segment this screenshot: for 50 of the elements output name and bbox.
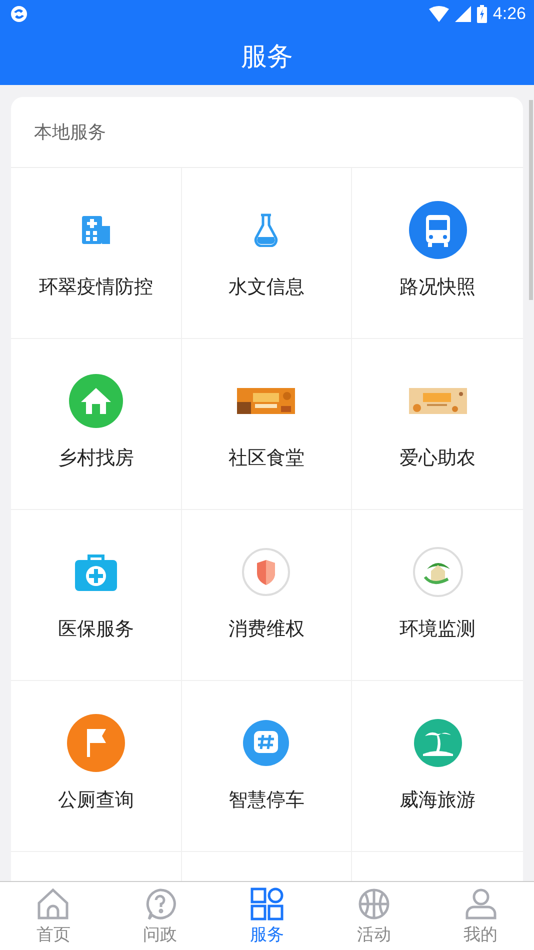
flask-icon [253,213,280,247]
service-label: 爱心助农 [400,446,476,471]
palm-beach-icon [412,718,463,768]
service-label: 环境监测 [400,617,476,642]
nav-tab[interactable]: 服务 [214,882,320,950]
parking-icon [242,719,290,767]
service-label: 医保服务 [58,617,134,642]
battery-icon [476,5,487,23]
leaf-house-icon [412,547,463,597]
service-item[interactable]: 威海旅游 [352,681,523,852]
service-item[interactable]: 乡村找房 [11,339,182,510]
wifi-icon [428,6,449,22]
nav-tab[interactable]: 问政 [106,882,214,950]
nav-tab[interactable]: 活动 [320,882,428,950]
flag-icon [66,714,125,772]
shield-icon [242,548,290,596]
service-item[interactable]: 水文信息 [182,168,352,339]
service-item[interactable]: 医保服务 [11,510,182,681]
service-item[interactable]: 爱心助农 [352,339,523,510]
building-icon [80,214,112,246]
service-item[interactable]: 消费维权 [182,510,352,681]
page-title: 服务 [241,41,293,74]
grid-icon [250,886,284,920]
service-item[interactable]: 公厕查询 [11,681,182,852]
service-item[interactable]: 社区食堂 [182,339,352,510]
service-label: 公厕查询 [58,788,134,813]
service-label: 环翠疫情防控 [38,275,153,300]
person-icon [464,886,498,920]
basketball-icon [356,886,391,920]
service-label: 消费维权 [228,617,304,642]
service-label: 路况快照 [400,275,476,300]
service-label: 水文信息 [228,275,304,300]
medical-kit-icon [74,552,118,592]
service-label: 威海旅游 [400,788,476,813]
service-label: 社区食堂 [228,446,304,471]
app-icon [10,5,28,23]
service-item[interactable]: 路况快照 [352,168,523,339]
bus-icon [408,201,467,259]
service-label: 智慧停车 [228,788,304,813]
service-label: 乡村找房 [58,446,134,471]
signal-icon [454,6,471,22]
service-item[interactable]: 环境监测 [352,510,523,681]
section-title: 本地服务 [11,97,523,168]
nav-tab[interactable]: 首页 [0,882,107,950]
service-item[interactable]: 环翠疫情防控 [11,168,182,339]
clock-time: 4:26 [492,4,526,24]
house-icon [68,374,123,428]
home-icon [36,886,70,920]
service-item[interactable]: 智慧停车 [182,681,352,852]
nav-tab[interactable]: 我的 [427,882,534,950]
